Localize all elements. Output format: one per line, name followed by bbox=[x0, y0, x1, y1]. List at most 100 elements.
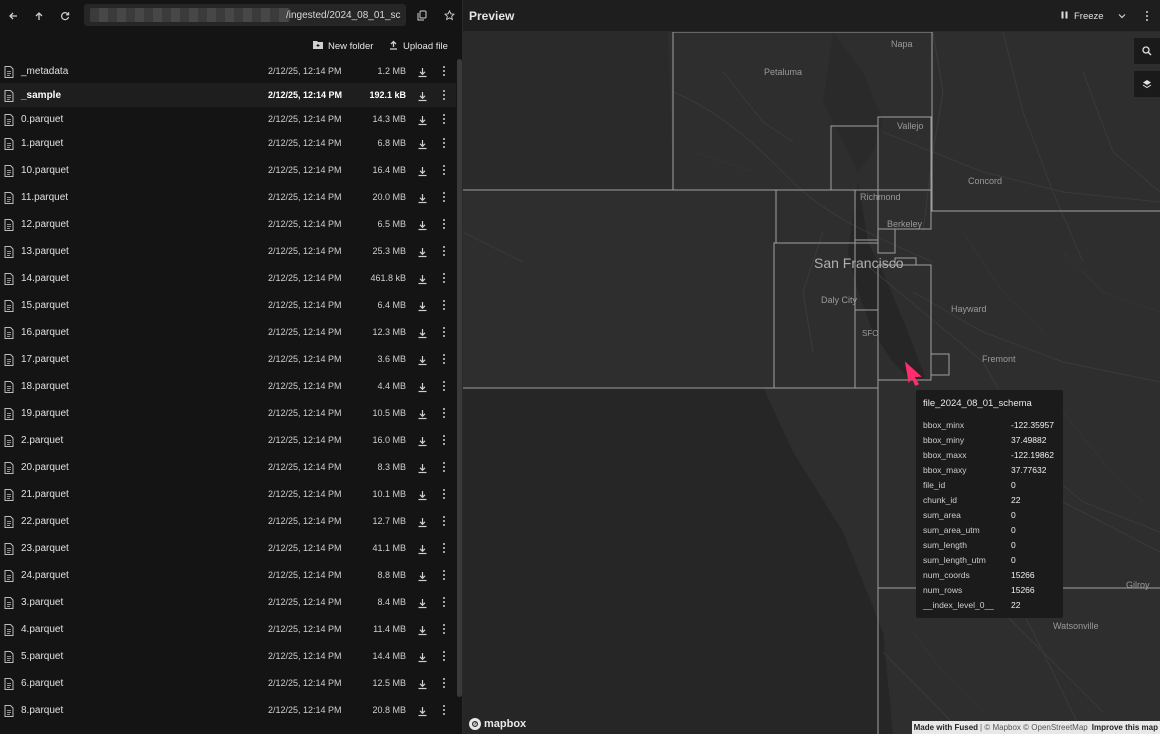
arrow-left-icon[interactable] bbox=[0, 3, 26, 29]
more-options-icon[interactable] bbox=[440, 191, 448, 203]
download-icon[interactable] bbox=[417, 353, 429, 366]
download-icon[interactable] bbox=[417, 434, 429, 447]
file-row[interactable]: 12.parquet 2/12/25, 12:14 PM 6.5 MB bbox=[0, 212, 456, 236]
file-size: 8.4 MB bbox=[377, 597, 406, 607]
download-icon[interactable] bbox=[417, 515, 429, 528]
download-icon[interactable] bbox=[417, 113, 429, 126]
copy-icon[interactable] bbox=[410, 3, 434, 27]
more-options-icon[interactable] bbox=[440, 677, 448, 689]
refresh-icon[interactable] bbox=[52, 3, 78, 29]
more-options-icon[interactable] bbox=[440, 515, 448, 527]
file-row[interactable]: 16.parquet 2/12/25, 12:14 PM 12.3 MB bbox=[0, 320, 456, 344]
download-icon[interactable] bbox=[417, 191, 429, 204]
file-row[interactable]: 14.parquet 2/12/25, 12:14 PM 461.8 kB bbox=[0, 266, 456, 290]
arrow-up-icon[interactable] bbox=[26, 3, 52, 29]
file-name: 22.parquet bbox=[21, 515, 69, 527]
file-row[interactable]: 10.parquet 2/12/25, 12:14 PM 16.4 MB bbox=[0, 158, 456, 182]
chevron-down-icon[interactable] bbox=[1118, 7, 1126, 25]
download-icon[interactable] bbox=[417, 623, 429, 636]
file-row[interactable]: 23.parquet 2/12/25, 12:14 PM 41.1 MB bbox=[0, 536, 456, 560]
download-icon[interactable] bbox=[417, 704, 429, 717]
download-icon[interactable] bbox=[417, 596, 429, 609]
file-row[interactable]: 3.parquet 2/12/25, 12:14 PM 8.4 MB bbox=[0, 590, 456, 614]
tooltip-row: sum_length_utm 0 bbox=[923, 555, 1063, 570]
more-options-icon[interactable] bbox=[440, 596, 448, 608]
more-options-icon[interactable] bbox=[440, 245, 448, 257]
download-icon[interactable] bbox=[417, 677, 429, 690]
preview-title: Preview bbox=[469, 9, 515, 23]
improve-map-link[interactable]: Improve this map bbox=[1092, 723, 1158, 732]
download-icon[interactable] bbox=[417, 380, 429, 393]
more-options-icon[interactable] bbox=[440, 434, 448, 446]
more-options-icon[interactable] bbox=[1143, 10, 1151, 22]
more-options-icon[interactable] bbox=[440, 569, 448, 581]
download-icon[interactable] bbox=[417, 218, 429, 231]
download-icon[interactable] bbox=[417, 461, 429, 474]
more-options-icon[interactable] bbox=[440, 542, 448, 554]
freeze-button[interactable]: Freeze bbox=[1061, 7, 1104, 25]
map-view[interactable]: Napa Petaluma Vallejo Concord Richmond B… bbox=[463, 32, 1160, 734]
file-row[interactable]: 24.parquet 2/12/25, 12:14 PM 8.8 MB bbox=[0, 563, 456, 587]
path-input[interactable]: /ingested/2024_08_01_sc bbox=[84, 4, 406, 26]
more-options-icon[interactable] bbox=[440, 380, 448, 392]
more-options-icon[interactable] bbox=[440, 326, 448, 338]
file-row[interactable]: 0.parquet 2/12/25, 12:14 PM 14.3 MB bbox=[0, 107, 456, 131]
new-folder-button[interactable]: New folder bbox=[313, 36, 373, 56]
file-row[interactable]: 22.parquet 2/12/25, 12:14 PM 12.7 MB bbox=[0, 509, 456, 533]
download-icon[interactable] bbox=[417, 89, 429, 102]
file-row[interactable]: 15.parquet 2/12/25, 12:14 PM 6.4 MB bbox=[0, 293, 456, 317]
file-row[interactable]: 11.parquet 2/12/25, 12:14 PM 20.0 MB bbox=[0, 185, 456, 209]
file-row[interactable]: 19.parquet 2/12/25, 12:14 PM 10.5 MB bbox=[0, 401, 456, 425]
star-icon[interactable] bbox=[437, 3, 461, 27]
more-options-icon[interactable] bbox=[440, 113, 448, 125]
download-icon[interactable] bbox=[417, 272, 429, 285]
more-options-icon[interactable] bbox=[440, 704, 448, 716]
download-icon[interactable] bbox=[417, 65, 429, 78]
download-icon[interactable] bbox=[417, 650, 429, 663]
more-options-icon[interactable] bbox=[440, 89, 448, 101]
file-row[interactable]: 5.parquet 2/12/25, 12:14 PM 14.4 MB bbox=[0, 644, 456, 668]
more-options-icon[interactable] bbox=[440, 407, 448, 419]
file-list-scrollbar[interactable] bbox=[457, 59, 462, 697]
file-size: 8.8 MB bbox=[377, 570, 406, 580]
more-options-icon[interactable] bbox=[440, 650, 448, 662]
file-row[interactable]: 21.parquet 2/12/25, 12:14 PM 10.1 MB bbox=[0, 482, 456, 506]
file-row[interactable]: _metadata 2/12/25, 12:14 PM 1.2 MB bbox=[0, 59, 456, 83]
copyright-text[interactable]: | © Mapbox © OpenStreetMap bbox=[980, 723, 1088, 732]
layers-icon[interactable] bbox=[1134, 71, 1160, 97]
file-row[interactable]: 13.parquet 2/12/25, 12:14 PM 25.3 MB bbox=[0, 239, 456, 263]
more-options-icon[interactable] bbox=[440, 65, 448, 77]
file-row[interactable]: 18.parquet 2/12/25, 12:14 PM 4.4 MB bbox=[0, 374, 456, 398]
upload-file-button[interactable]: Upload file bbox=[389, 36, 448, 56]
file-row[interactable]: _sample 2/12/25, 12:14 PM 192.1 kB bbox=[0, 83, 456, 107]
download-icon[interactable] bbox=[417, 407, 429, 420]
download-icon[interactable] bbox=[417, 137, 429, 150]
download-icon[interactable] bbox=[417, 299, 429, 312]
more-options-icon[interactable] bbox=[440, 353, 448, 365]
file-date: 2/12/25, 12:14 PM bbox=[268, 678, 342, 688]
more-options-icon[interactable] bbox=[440, 272, 448, 284]
more-options-icon[interactable] bbox=[440, 461, 448, 473]
more-options-icon[interactable] bbox=[440, 164, 448, 176]
mapbox-logo[interactable]: mapbox bbox=[469, 718, 526, 730]
download-icon[interactable] bbox=[417, 569, 429, 582]
file-row[interactable]: 20.parquet 2/12/25, 12:14 PM 8.3 MB bbox=[0, 455, 456, 479]
made-with-fused-link[interactable]: Made with Fused bbox=[914, 723, 978, 732]
file-row[interactable]: 2.parquet 2/12/25, 12:14 PM 16.0 MB bbox=[0, 428, 456, 452]
download-icon[interactable] bbox=[417, 164, 429, 177]
more-options-icon[interactable] bbox=[440, 488, 448, 500]
more-options-icon[interactable] bbox=[440, 299, 448, 311]
download-icon[interactable] bbox=[417, 542, 429, 555]
file-row[interactable]: 17.parquet 2/12/25, 12:14 PM 3.6 MB bbox=[0, 347, 456, 371]
download-icon[interactable] bbox=[417, 488, 429, 501]
more-options-icon[interactable] bbox=[440, 218, 448, 230]
file-row[interactable]: 4.parquet 2/12/25, 12:14 PM 11.4 MB bbox=[0, 617, 456, 641]
file-row[interactable]: 6.parquet 2/12/25, 12:14 PM 12.5 MB bbox=[0, 671, 456, 695]
more-options-icon[interactable] bbox=[440, 623, 448, 635]
more-options-icon[interactable] bbox=[440, 137, 448, 149]
download-icon[interactable] bbox=[417, 245, 429, 258]
download-icon[interactable] bbox=[417, 326, 429, 339]
file-row[interactable]: 8.parquet 2/12/25, 12:14 PM 20.8 MB bbox=[0, 698, 456, 722]
file-row[interactable]: 1.parquet 2/12/25, 12:14 PM 6.8 MB bbox=[0, 131, 456, 155]
search-icon[interactable] bbox=[1134, 38, 1160, 64]
